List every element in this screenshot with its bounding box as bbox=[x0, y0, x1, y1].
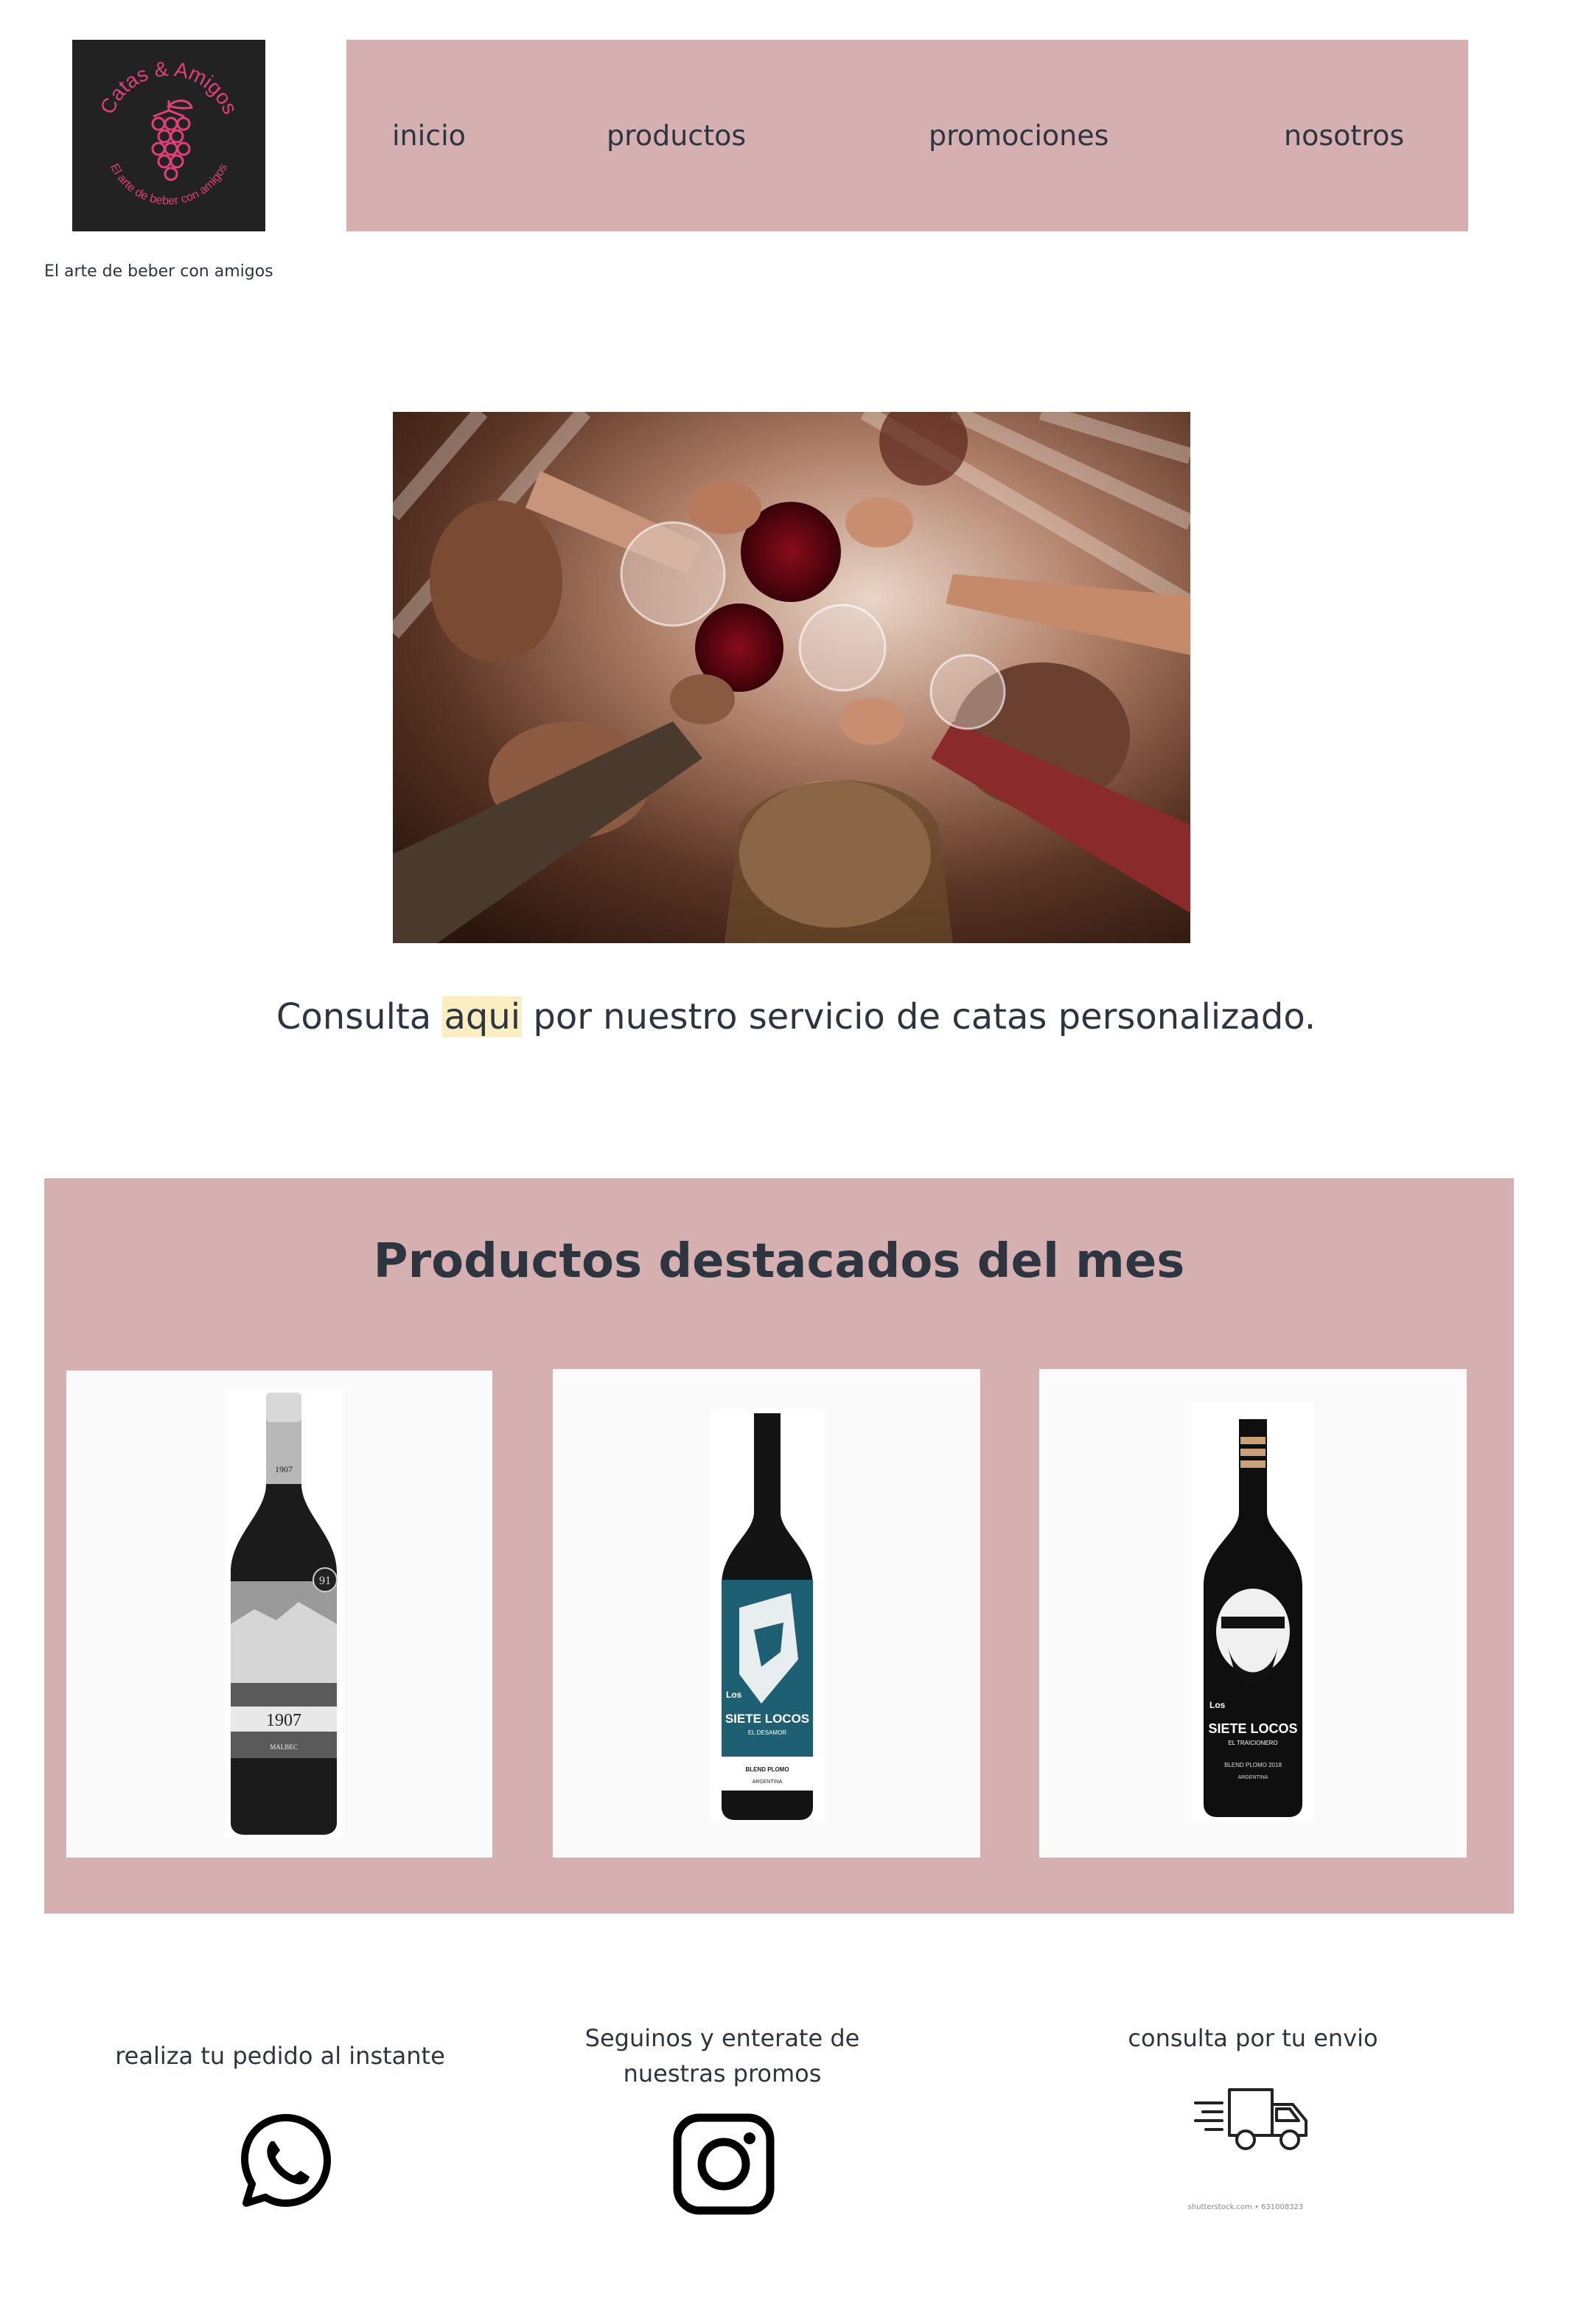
consult-text: Consulta aqui por nuestro servicio de ca… bbox=[0, 996, 1592, 1037]
nav-item-nosotros[interactable]: nosotros bbox=[1284, 40, 1404, 231]
follow-text-line2: nuestras promos bbox=[623, 2059, 822, 2087]
whatsapp-icon[interactable] bbox=[237, 2112, 335, 2209]
product-card-1907[interactable]: 91 1907 1907 MALBEC bbox=[66, 1371, 492, 1858]
svg-text:BLEND PLOMO 2018: BLEND PLOMO 2018 bbox=[1224, 1762, 1282, 1768]
follow-text-line1: Seguinos y enterate de bbox=[584, 2024, 860, 2052]
svg-text:SIETE LOCOS: SIETE LOCOS bbox=[725, 1712, 809, 1726]
svg-text:EL TRAICIONERO: EL TRAICIONERO bbox=[1228, 1740, 1277, 1746]
delivery-truck-icon[interactable] bbox=[1193, 2084, 1310, 2153]
svg-text:1907: 1907 bbox=[266, 1711, 301, 1730]
featured-products-section: Productos destacados del mes 91 1907 190… bbox=[44, 1178, 1514, 1914]
nav-item-productos[interactable]: productos bbox=[607, 40, 746, 231]
consult-link[interactable]: aqui bbox=[442, 996, 523, 1037]
order-text: realiza tu pedido al instante bbox=[115, 2042, 445, 2070]
product-image-siete-locos-desamor: Los SIETE LOCOS EL DESAMOR BLEND PLOMO A… bbox=[710, 1409, 825, 1821]
image-credit: shutterstock.com • 631008323 bbox=[1187, 2203, 1304, 2211]
svg-text:BLEND PLOMO: BLEND PLOMO bbox=[745, 1766, 789, 1773]
featured-title: Productos destacados del mes bbox=[373, 1234, 1185, 1289]
shipping-text: consulta por tu envio bbox=[1128, 2024, 1378, 2052]
product-image-siete-locos-traicionero: Los SIETE LOCOS EL TRAICIONERO BLEND PLO… bbox=[1192, 1401, 1314, 1821]
instagram-icon[interactable] bbox=[673, 2113, 775, 2215]
consult-prefix: Consulta bbox=[276, 996, 443, 1037]
nav-item-inicio[interactable]: inicio bbox=[392, 40, 466, 231]
product-card-siete-locos-desamor[interactable]: Los SIETE LOCOS EL DESAMOR BLEND PLOMO A… bbox=[553, 1369, 980, 1858]
main-nav: inicio productos promociones nosotros bbox=[346, 40, 1468, 231]
nav-item-promociones[interactable]: promociones bbox=[929, 40, 1109, 231]
svg-text:ARGENTINA: ARGENTINA bbox=[753, 1779, 783, 1785]
product-card-siete-locos-traicionero[interactable]: Los SIETE LOCOS EL TRAICIONERO BLEND PLO… bbox=[1039, 1369, 1467, 1858]
product-image-1907: 91 1907 1907 MALBEC bbox=[225, 1388, 343, 1838]
svg-text:MALBEC: MALBEC bbox=[270, 1743, 298, 1751]
svg-text:Los: Los bbox=[726, 1690, 742, 1700]
svg-text:91: 91 bbox=[319, 1575, 331, 1587]
brand-logo[interactable]: Catas & Amigos El arte de beber con amig… bbox=[72, 40, 265, 231]
svg-text:1907: 1907 bbox=[275, 1464, 293, 1474]
svg-text:EL DESAMOR: EL DESAMOR bbox=[748, 1729, 786, 1736]
svg-text:Los: Los bbox=[1209, 1700, 1226, 1710]
tagline: El arte de beber con amigos bbox=[44, 262, 273, 281]
consult-suffix: por nuestro servicio de catas personaliz… bbox=[522, 996, 1316, 1037]
hero-image bbox=[393, 412, 1190, 943]
follow-text: Seguinos y enterate de nuestras promos bbox=[545, 2020, 899, 2091]
svg-text:SIETE LOCOS: SIETE LOCOS bbox=[1208, 1721, 1297, 1736]
svg-text:ARGENTINA: ARGENTINA bbox=[1238, 1775, 1268, 1780]
